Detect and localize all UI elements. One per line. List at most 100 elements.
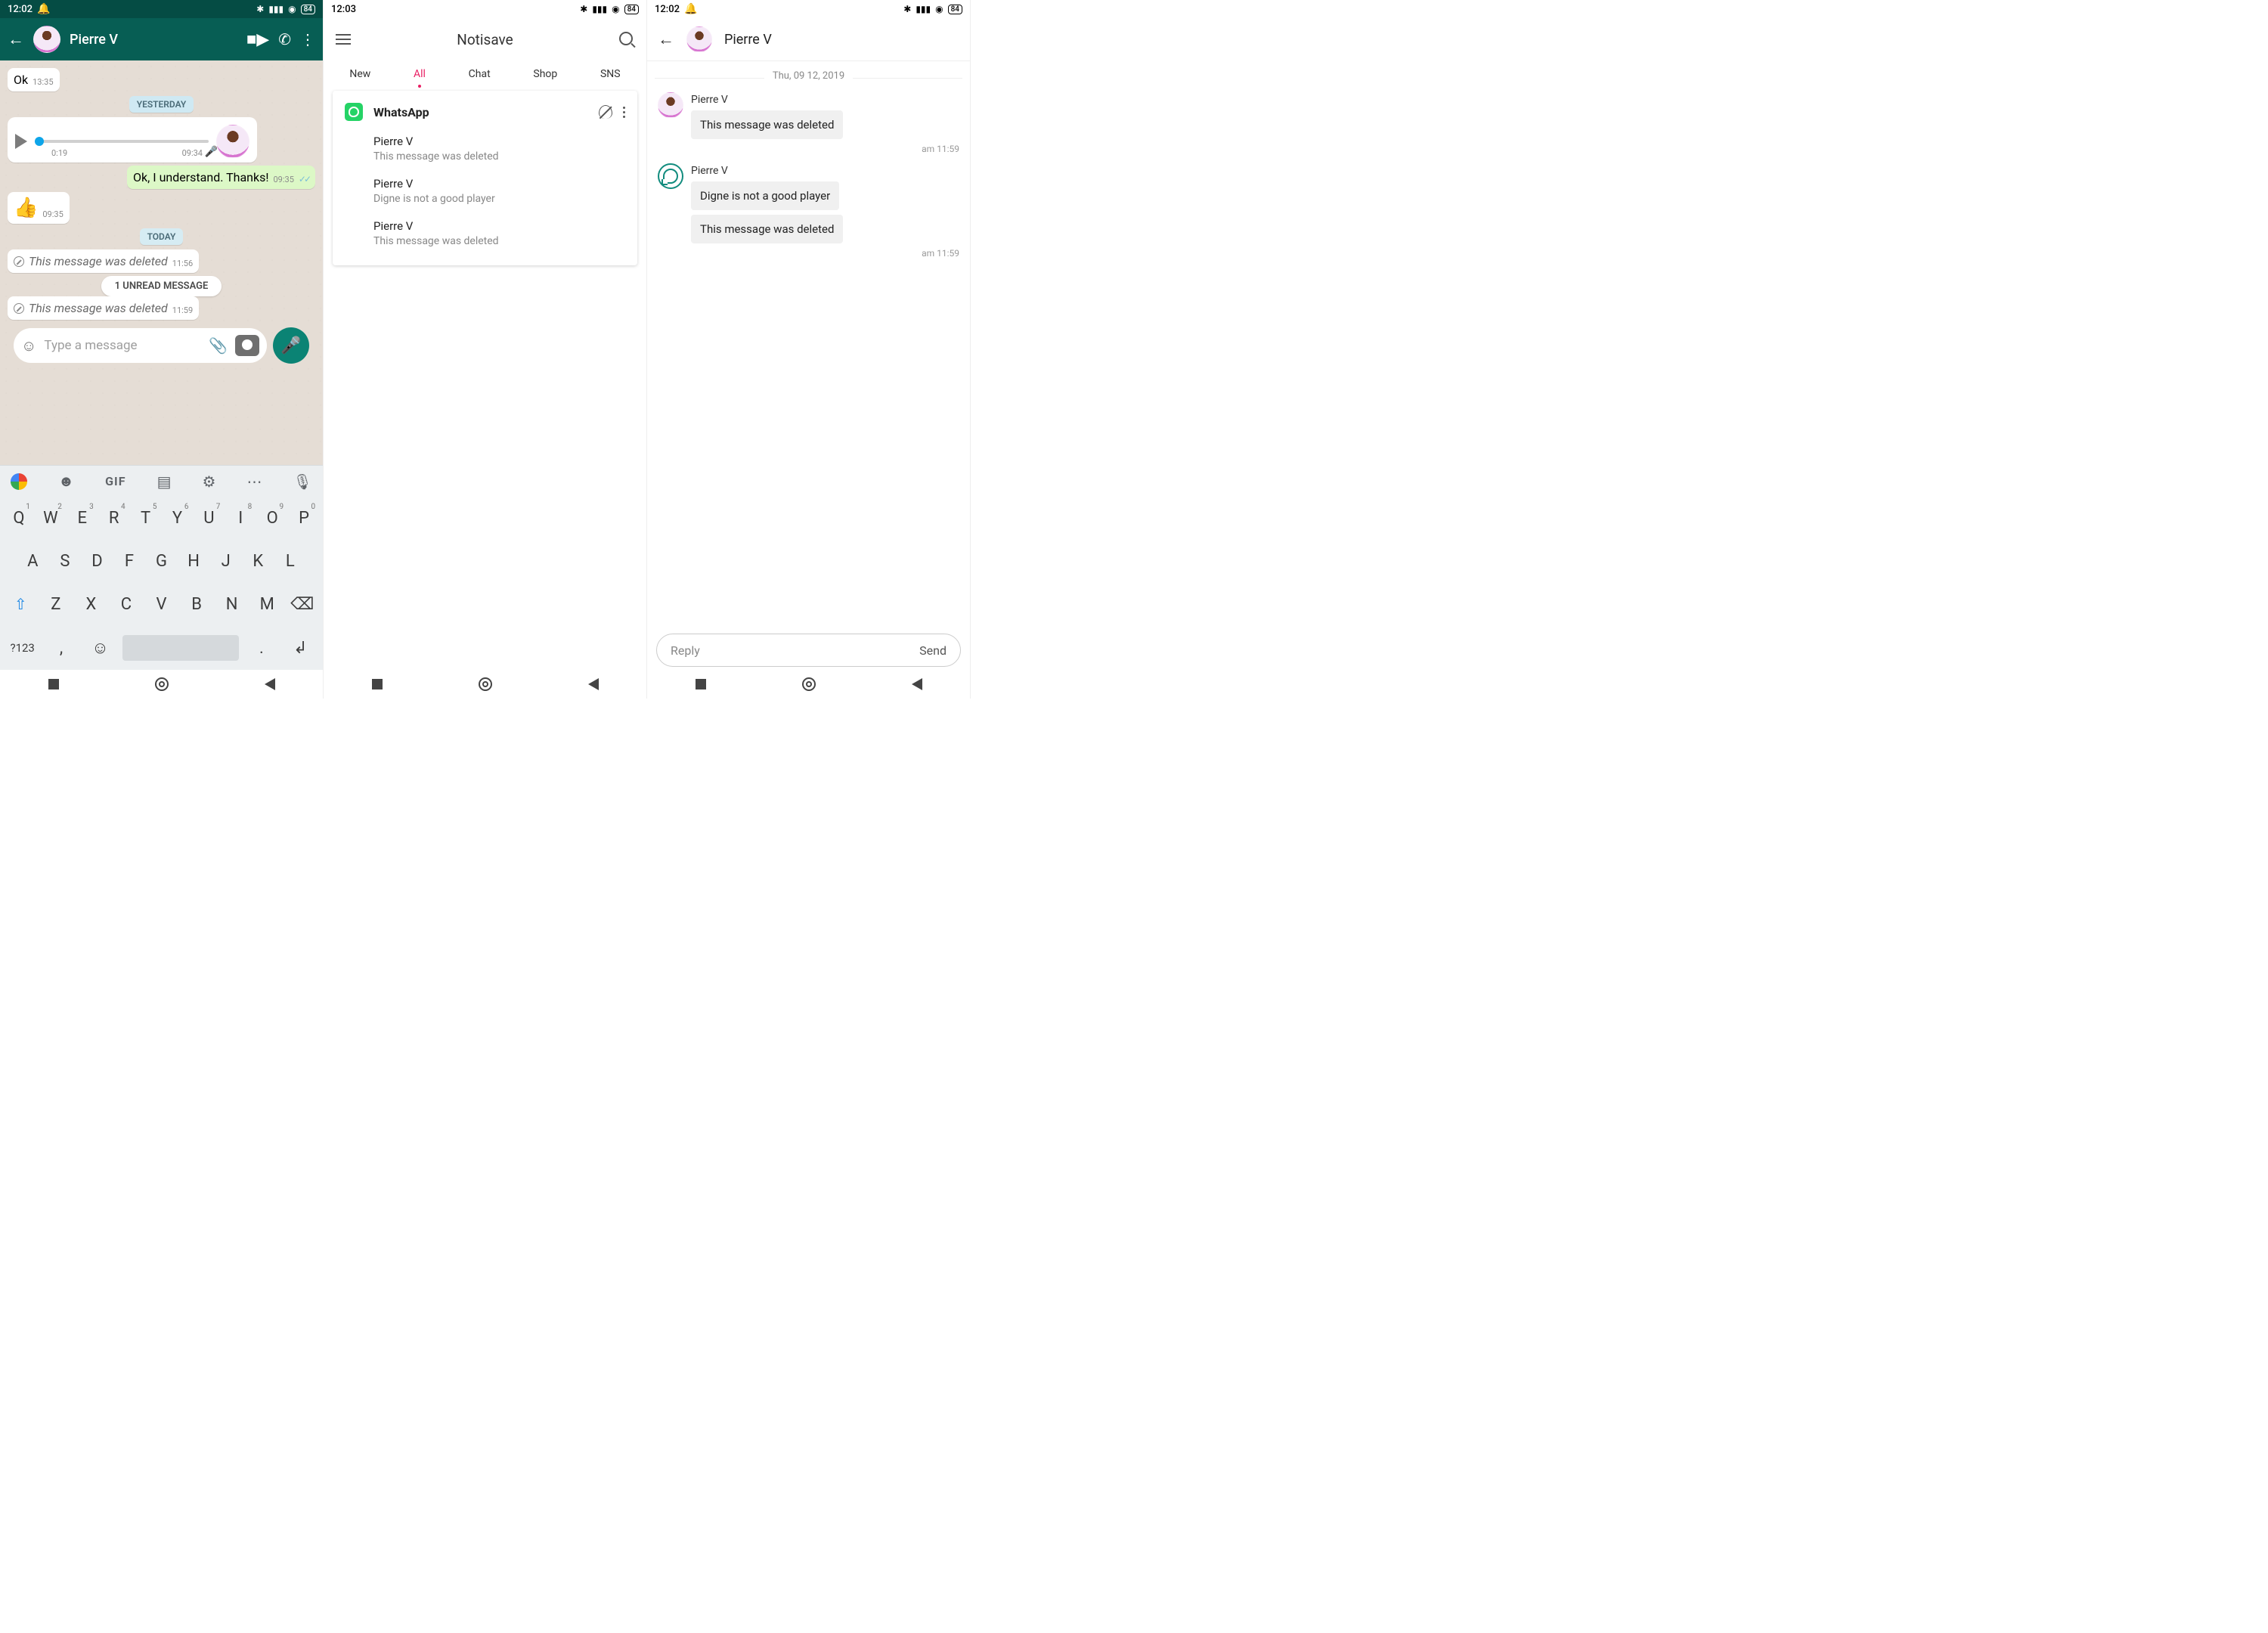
key[interactable]: V bbox=[144, 587, 179, 621]
key[interactable]: R4 bbox=[98, 501, 130, 535]
shift-key[interactable]: ⇧ bbox=[3, 587, 39, 621]
back-icon[interactable]: ← bbox=[8, 29, 24, 49]
back-button[interactable] bbox=[588, 678, 599, 690]
message-input[interactable]: ☺ Type a message 📎 bbox=[14, 328, 267, 363]
symbols-key[interactable]: ?123 bbox=[3, 634, 42, 662]
reply-input[interactable]: Reply Send bbox=[656, 634, 961, 667]
signal-icon: ▮▮▮ bbox=[916, 4, 931, 14]
menu-icon[interactable] bbox=[336, 34, 351, 45]
key[interactable]: J bbox=[209, 544, 242, 578]
play-icon[interactable] bbox=[15, 134, 27, 149]
key[interactable]: S bbox=[49, 544, 82, 578]
voice-track[interactable] bbox=[35, 140, 209, 143]
backspace-key[interactable]: ⌫ bbox=[285, 587, 321, 621]
app-header: Notisave bbox=[324, 18, 646, 60]
back-button[interactable] bbox=[265, 678, 275, 690]
list-item[interactable]: Pierre V This message was deleted bbox=[373, 127, 625, 169]
app-name: WhatsApp bbox=[373, 105, 588, 119]
mic-button[interactable]: 🎤 bbox=[273, 327, 309, 364]
sticker-icon[interactable]: ☻ bbox=[58, 472, 74, 491]
back-button[interactable] bbox=[912, 678, 922, 690]
key[interactable]: Z bbox=[39, 587, 74, 621]
sender-name: Pierre V bbox=[691, 165, 959, 177]
recents-button[interactable] bbox=[48, 679, 59, 689]
recents-button[interactable] bbox=[696, 679, 706, 689]
message-in[interactable]: Ok 13:35 bbox=[8, 68, 60, 91]
android-navbar bbox=[647, 670, 970, 699]
key[interactable]: X bbox=[73, 587, 109, 621]
status-bar: 12:02 🔔 ✱ ▮▮▮ ◉ 84 bbox=[647, 0, 970, 18]
list-item[interactable]: Pierre V This message was deleted bbox=[373, 212, 625, 253]
attach-icon[interactable]: 📎 bbox=[209, 336, 228, 355]
message-bubble[interactable]: This message was deleted bbox=[691, 110, 843, 139]
enter-key[interactable]: ↲ bbox=[281, 631, 320, 665]
deleted-message[interactable]: This message was deleted 11:59 bbox=[8, 296, 199, 320]
send-button[interactable]: Send bbox=[919, 643, 947, 658]
key[interactable]: P0 bbox=[288, 501, 320, 535]
mute-icon[interactable] bbox=[599, 105, 612, 119]
key[interactable]: H bbox=[178, 544, 210, 578]
message-out[interactable]: Ok, I understand. Thanks! 09:35 ✓✓ bbox=[127, 166, 315, 189]
home-button[interactable] bbox=[479, 677, 492, 691]
settings-icon[interactable]: ⚙ bbox=[203, 473, 216, 491]
key[interactable]: K bbox=[242, 544, 274, 578]
period-key[interactable]: . bbox=[242, 631, 280, 665]
more-icon[interactable]: ⋮ bbox=[300, 30, 315, 48]
key[interactable]: D bbox=[81, 544, 113, 578]
voice-type-icon[interactable]: 🎙 bbox=[293, 473, 312, 491]
more-icon[interactable]: ⋯ bbox=[247, 473, 262, 491]
home-button[interactable] bbox=[802, 677, 816, 691]
key[interactable]: I8 bbox=[225, 501, 256, 535]
emoji-key[interactable]: ☺ bbox=[81, 631, 119, 665]
emoji-icon[interactable]: ☺ bbox=[21, 336, 36, 355]
key[interactable]: A bbox=[17, 544, 49, 578]
list-item[interactable]: Pierre V Digne is not a good player bbox=[373, 169, 625, 212]
keyboard[interactable]: ☻ GIF ▤ ⚙ ⋯ 🎙 Q1 W2 E3 R4 T5 Y6 U7 I8 O9… bbox=[0, 465, 323, 670]
notification-card[interactable]: WhatsApp Pierre V This message was delet… bbox=[333, 91, 637, 265]
key[interactable]: U7 bbox=[193, 501, 225, 535]
key[interactable]: B bbox=[179, 587, 215, 621]
camera-icon[interactable] bbox=[235, 335, 259, 356]
tab-new[interactable]: New bbox=[349, 68, 370, 80]
clipboard-icon[interactable]: ▤ bbox=[157, 473, 172, 491]
tab-all[interactable]: All bbox=[414, 68, 426, 80]
back-icon[interactable]: ← bbox=[658, 29, 674, 49]
message-emoji[interactable]: 👍 09:35 bbox=[8, 192, 70, 224]
recents-button[interactable] bbox=[372, 679, 383, 689]
key[interactable]: Q1 bbox=[3, 501, 35, 535]
search-icon[interactable] bbox=[619, 32, 634, 47]
comma-key[interactable]: , bbox=[42, 631, 80, 665]
voice-message[interactable]: 0:19 09:34 🎤 bbox=[8, 117, 257, 163]
message-group: Pierre V This message was deleted bbox=[647, 89, 970, 145]
voice-avatar bbox=[216, 125, 249, 158]
google-icon[interactable] bbox=[11, 473, 27, 490]
key[interactable]: E3 bbox=[67, 501, 98, 535]
key[interactable]: T5 bbox=[130, 501, 162, 535]
more-icon[interactable] bbox=[623, 107, 625, 118]
tab-chat[interactable]: Chat bbox=[469, 68, 491, 80]
message-bubble[interactable]: This message was deleted bbox=[691, 215, 843, 243]
key[interactable]: M bbox=[249, 587, 285, 621]
key[interactable]: F bbox=[113, 544, 146, 578]
video-call-icon[interactable]: ■▶ bbox=[246, 29, 269, 49]
gif-button[interactable]: GIF bbox=[105, 474, 125, 488]
key[interactable]: O9 bbox=[256, 501, 288, 535]
message-bubble[interactable]: Digne is not a good player bbox=[691, 181, 839, 210]
deleted-message[interactable]: This message was deleted 11:56 bbox=[8, 249, 199, 273]
contact-name[interactable]: Pierre V bbox=[70, 32, 118, 48]
whatsapp-header: ← Pierre V ■▶ ✆ ⋮ bbox=[0, 18, 323, 60]
bluetooth-icon: ✱ bbox=[580, 4, 587, 14]
key[interactable]: G bbox=[145, 544, 178, 578]
home-button[interactable] bbox=[155, 677, 169, 691]
avatar[interactable] bbox=[33, 26, 60, 53]
key[interactable]: Y6 bbox=[162, 501, 194, 535]
key[interactable]: C bbox=[109, 587, 144, 621]
voice-call-icon[interactable]: ✆ bbox=[278, 30, 291, 48]
key[interactable]: L bbox=[274, 544, 307, 578]
space-key[interactable] bbox=[122, 635, 239, 661]
key[interactable]: N bbox=[214, 587, 249, 621]
tab-sns[interactable]: SNS bbox=[600, 68, 621, 80]
tab-shop[interactable]: Shop bbox=[533, 68, 557, 80]
avatar[interactable] bbox=[686, 26, 712, 52]
key[interactable]: W2 bbox=[35, 501, 67, 535]
